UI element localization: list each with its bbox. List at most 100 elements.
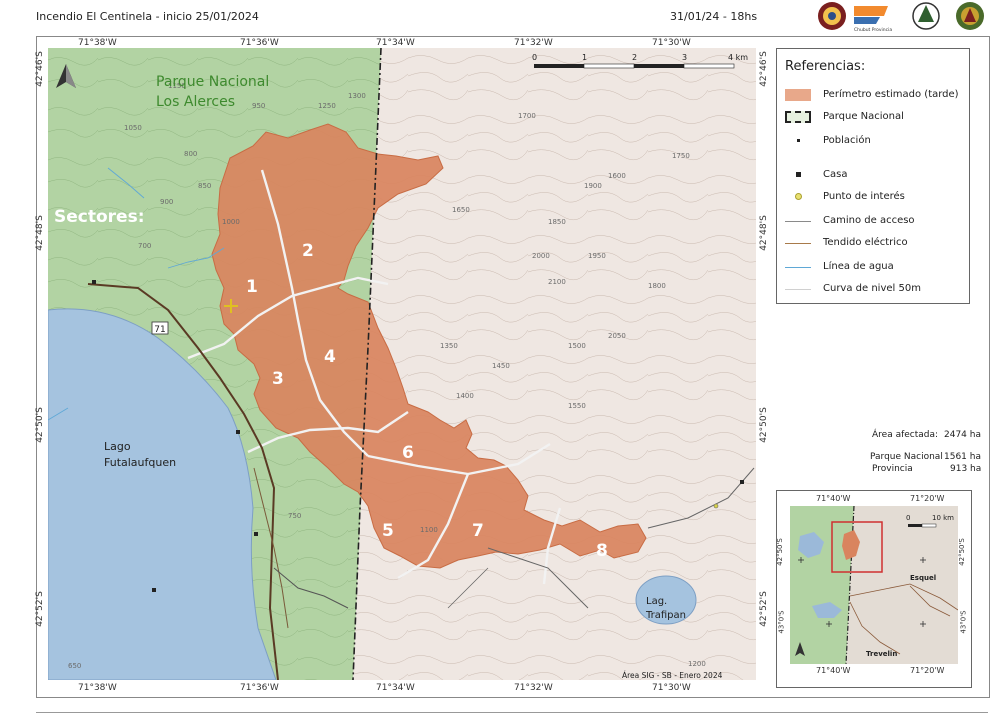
legend-item-contour: Curva de nivel 50m xyxy=(785,281,965,299)
contour-label: 1300 xyxy=(348,92,366,100)
population-point xyxy=(236,430,240,434)
inset-left-coord: 42°50'S xyxy=(775,538,784,566)
legend-label: Perímetro estimado (tarde) xyxy=(823,89,959,100)
province-area-value: 913 ha xyxy=(950,464,982,474)
legend-item-poi: Punto de interés xyxy=(785,189,965,207)
contour-label: 1750 xyxy=(672,152,690,160)
contour-label: 1050 xyxy=(124,124,142,132)
contour-label: 1100 xyxy=(420,526,438,534)
contour-label: 750 xyxy=(288,512,301,520)
inset-place-trevelin: Trevelin xyxy=(866,650,897,658)
lake-label-line2: Futalaufquen xyxy=(104,456,176,469)
area-value: 2474 ha xyxy=(944,430,981,440)
sector-number-3: 3 xyxy=(272,369,284,389)
poi-point xyxy=(713,503,719,509)
legend-label: Línea de agua xyxy=(823,261,894,272)
area-label: Área afectada: xyxy=(872,430,939,440)
contour-label: 1550 xyxy=(568,402,586,410)
bottom-coord: 71°34'W xyxy=(376,683,415,693)
poi-point xyxy=(785,191,811,203)
park-area-value: 1561 ha xyxy=(944,452,981,462)
map-title: Incendio El Centinela - inicio 25/01/202… xyxy=(36,10,259,23)
contour-label: 1800 xyxy=(648,282,666,290)
legend-item-house: Casa xyxy=(785,167,965,185)
bottom-coord: 71°30'W xyxy=(652,683,691,693)
contour-label: 2050 xyxy=(608,332,626,340)
top-coord: 71°32'W xyxy=(514,38,553,48)
scale-tick: 2 xyxy=(632,53,637,62)
population-point xyxy=(152,588,156,592)
road-line xyxy=(785,215,811,227)
contour-label: 2100 xyxy=(548,278,566,286)
contour-label: 800 xyxy=(184,150,197,158)
inset-scale-tick: 10 km xyxy=(932,514,954,522)
sector-number-2: 2 xyxy=(302,241,314,261)
contour-label: 1400 xyxy=(456,392,474,400)
contour-label: 1450 xyxy=(492,362,510,370)
sector-number-8: 8 xyxy=(596,541,608,561)
inset-place-esquel: Esquel xyxy=(910,574,936,582)
contour-label: 900 xyxy=(160,198,173,206)
right-coord: 42°48'S xyxy=(758,215,769,251)
right-coord: 42°46'S xyxy=(758,51,769,87)
contour-label: 1650 xyxy=(452,206,470,214)
main-map[interactable]: 1050 1150 1250 1300 1350 1400 1450 1500 … xyxy=(48,48,756,680)
inset-right-coord: 43°0'S xyxy=(959,610,968,634)
contour-label: 1950 xyxy=(588,252,606,260)
contour-label: 1000 xyxy=(222,218,240,226)
province-area-label: Provincia xyxy=(872,464,913,474)
population-point xyxy=(785,135,811,147)
water-line xyxy=(785,261,811,273)
map-date: 31/01/24 - 18hs xyxy=(670,10,758,23)
scale-tick: 3 xyxy=(682,53,687,62)
map-credit: Área SIG - SB - Enero 2024 xyxy=(622,671,723,680)
inset-scale-tick: 0 xyxy=(906,514,910,522)
population-point xyxy=(92,280,96,284)
population-point xyxy=(254,532,258,536)
top-coord: 71°30'W xyxy=(652,38,691,48)
brigada-logo xyxy=(818,2,846,30)
bomberos-logo xyxy=(956,2,984,30)
contour-label: 1500 xyxy=(568,342,586,350)
legend-item-fire: Perímetro estimado (tarde) xyxy=(785,87,965,105)
scale-tick: 0 xyxy=(532,53,537,62)
right-coord: 42°52'S xyxy=(758,591,769,627)
power-line xyxy=(785,237,811,249)
legend-label: Población xyxy=(823,135,871,146)
contour-label: 700 xyxy=(138,242,151,250)
sector-number-1: 1 xyxy=(246,277,258,297)
legend-label: Parque Nacional xyxy=(823,111,904,122)
contour-label: 1900 xyxy=(584,182,602,190)
inset-map[interactable]: 0 10 km Esquel Trevelin xyxy=(790,506,958,664)
scale-tick: 1 xyxy=(582,53,587,62)
population-point xyxy=(740,480,744,484)
sectors-title: Sectores: xyxy=(54,207,145,227)
scale-tick: 4 km xyxy=(728,53,748,62)
contour-label: 850 xyxy=(198,182,211,190)
lag-label-line2: Trafipan xyxy=(645,610,686,621)
scale-bar xyxy=(534,63,735,69)
park-boundary-swatch xyxy=(785,111,811,123)
legend-item-water: Línea de agua xyxy=(785,259,965,277)
park-area-label: Parque Nacional xyxy=(870,452,943,462)
sector-number-4: 4 xyxy=(324,347,336,367)
legend-label: Punto de interés xyxy=(823,191,905,202)
top-coord: 71°36'W xyxy=(240,38,279,48)
inset-park-area xyxy=(790,506,854,664)
left-coord: 42°52'S xyxy=(34,591,45,627)
park-label-line2: Los Alerces xyxy=(156,94,235,110)
legend-label: Casa xyxy=(823,169,848,180)
legend-item-road: Camino de acceso xyxy=(785,213,965,231)
inset-top-coord: 71°20'W xyxy=(910,494,945,503)
contour-label: 950 xyxy=(252,102,265,110)
contour-label: 650 xyxy=(68,662,81,670)
legend-label: Curva de nivel 50m xyxy=(823,283,921,294)
inset-bottom-coord: 71°40'W xyxy=(816,666,851,675)
legend-label: Camino de acceso xyxy=(823,215,915,226)
legend-label: Tendido eléctrico xyxy=(823,237,908,248)
sector-number-7: 7 xyxy=(472,521,484,541)
legend-item-park: Parque Nacional xyxy=(785,109,965,127)
inset-scale-bar xyxy=(921,523,937,528)
inset-bottom-coord: 71°20'W xyxy=(910,666,945,675)
page-bottom-rule xyxy=(36,712,988,713)
